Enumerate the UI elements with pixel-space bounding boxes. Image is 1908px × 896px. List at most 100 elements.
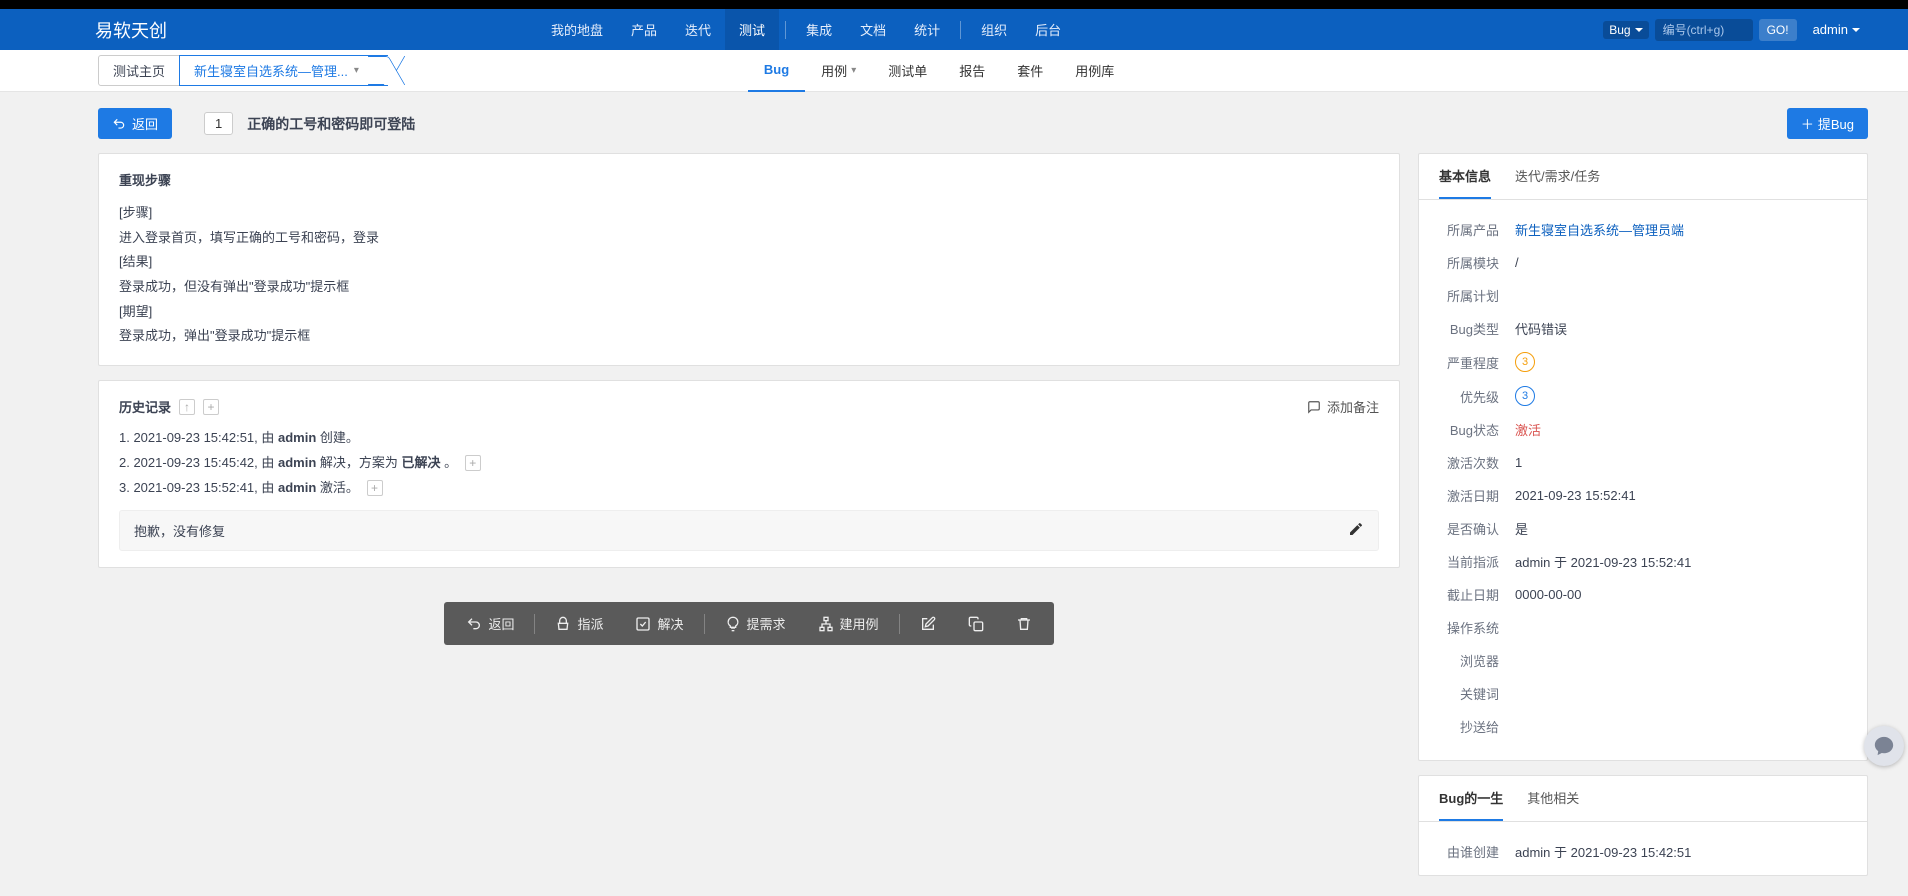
action-divider (704, 614, 705, 634)
info-label: 所属模块 (1441, 247, 1513, 278)
steps-body: [步骤] 进入登录首页，填写正确的工号和密码，登录 [结果] 登录成功，但没有弹… (119, 201, 1379, 349)
caret-down-icon: ▾ (354, 65, 359, 76)
edit-note-button[interactable] (1348, 521, 1364, 540)
breadcrumb-product-selector[interactable]: 新生寝室自选系统—管理... ▾ (179, 55, 388, 86)
action-back-label: 返回 (488, 614, 514, 633)
tab-basic-info[interactable]: 基本信息 (1439, 154, 1491, 199)
action-tostory[interactable]: 提需求 (711, 608, 800, 639)
history-text: 3. 2021-09-23 15:52:41, 由 (119, 480, 278, 495)
life-label: 由谁创建 (1441, 836, 1513, 867)
expand-entry-button[interactable]: + (367, 480, 383, 496)
step-line: 登录成功，但没有弹出"登录成功"提示框 (119, 275, 1379, 300)
action-bar: 返回 指派 解决 提需求 建用例 (444, 602, 1053, 645)
history-header: 历史记录 ↑ + 添加备注 (119, 397, 1379, 416)
add-bug-label: 提Bug (1818, 114, 1854, 133)
tab-other-related[interactable]: 其他相关 (1527, 776, 1579, 821)
expand-entry-button[interactable]: + (465, 455, 481, 471)
subnav-report[interactable]: 报告 (943, 50, 1001, 92)
subnav-usecase[interactable]: 用例 ▾ (805, 50, 872, 92)
info-value: admin 于 2021-09-23 15:52:41 (1515, 546, 1845, 577)
help-fab-button[interactable] (1864, 726, 1904, 766)
back-button[interactable]: 返回 (98, 108, 172, 139)
nav-org[interactable]: 组织 (967, 9, 1021, 50)
action-delete[interactable] (1002, 610, 1046, 638)
history-text: 解决，方案为 (316, 455, 401, 470)
tab-bug-life[interactable]: Bug的一生 (1439, 776, 1503, 821)
page-header-row: 返回 1 正确的工号和密码即可登陆 ＋ 提Bug (0, 92, 1908, 153)
nav-admin[interactable]: 后台 (1021, 9, 1075, 50)
subnav-suite[interactable]: 套件 (1001, 50, 1059, 92)
add-note-button[interactable]: 添加备注 (1307, 397, 1379, 416)
test-sub-nav: Bug 用例 ▾ 测试单 报告 套件 用例库 (748, 50, 1130, 92)
history-card: 历史记录 ↑ + 添加备注 1. 2021-09-23 15:42:51, 由 … (98, 380, 1400, 568)
caret-down-icon (1635, 28, 1643, 32)
history-note-text: 抱歉，没有修复 (134, 521, 225, 540)
add-bug-button[interactable]: ＋ 提Bug (1787, 108, 1868, 139)
history-entry: 3. 2021-09-23 15:52:41, 由 admin 激活。 + (119, 476, 1379, 501)
go-button[interactable]: GO! (1759, 19, 1797, 41)
action-resolve-label: 解决 (657, 614, 683, 633)
info-value (1515, 645, 1845, 676)
brand-logo[interactable]: 易软天创 (95, 17, 207, 43)
nav-integration[interactable]: 集成 (792, 9, 846, 50)
steps-title: 重现步骤 (119, 170, 1379, 189)
severity-badge: 3 (1515, 352, 1535, 372)
subnav-caselib[interactable]: 用例库 (1059, 50, 1130, 92)
info-label: 当前指派 (1441, 546, 1513, 577)
step-line: 登录成功，弹出"登录成功"提示框 (119, 324, 1379, 349)
info-label: 抄送给 (1441, 711, 1513, 742)
caret-down-icon: ▾ (851, 65, 856, 76)
action-back[interactable]: 返回 (452, 608, 528, 639)
info-value: 1 (1515, 447, 1845, 478)
search-placeholder: 编号(ctrl+g) (1663, 21, 1725, 38)
info-label: 是否确认 (1441, 513, 1513, 544)
info-label: 关键词 (1441, 678, 1513, 709)
sitemap-icon (818, 616, 834, 632)
info-label: 激活次数 (1441, 447, 1513, 478)
quick-search-input[interactable]: 编号(ctrl+g) (1655, 19, 1753, 41)
steps-card: 重现步骤 [步骤] 进入登录首页，填写正确的工号和密码，登录 [结果] 登录成功… (98, 153, 1400, 366)
info-label: 截止日期 (1441, 579, 1513, 610)
pencil-icon (1348, 521, 1364, 537)
action-divider (899, 614, 900, 634)
nav-stats[interactable]: 统计 (900, 9, 954, 50)
back-arrow-icon (112, 117, 126, 131)
bug-id-badge: 1 (204, 112, 233, 135)
action-tocase[interactable]: 建用例 (804, 608, 893, 639)
bug-life-card: Bug的一生 其他相关 由谁创建admin 于 2021-09-23 15:42… (1418, 775, 1868, 876)
collapse-history-button[interactable]: ↑ (179, 399, 195, 415)
nav-iteration[interactable]: 迭代 (671, 9, 725, 50)
comment-icon (1307, 400, 1321, 414)
breadcrumb-home[interactable]: 测试主页 (98, 55, 180, 86)
nav-mypanel[interactable]: 我的地盘 (537, 9, 617, 50)
action-resolve[interactable]: 解决 (621, 608, 697, 639)
step-line: [结果] (119, 250, 1379, 275)
action-tostory-label: 提需求 (747, 614, 786, 633)
search-type-selector[interactable]: Bug (1603, 21, 1648, 39)
step-line: 进入登录首页，填写正确的工号和密码，登录 (119, 226, 1379, 251)
history-text: 2. 2021-09-23 15:45:42, 由 (119, 455, 278, 470)
user-menu[interactable]: admin (1803, 22, 1860, 37)
history-user: admin (278, 455, 316, 470)
action-copy[interactable] (954, 610, 998, 638)
lightbulb-icon (725, 616, 741, 632)
action-edit[interactable] (906, 610, 950, 638)
add-note-label: 添加备注 (1327, 397, 1379, 416)
info-value: 是 (1515, 513, 1845, 544)
info-label: 操作系统 (1441, 612, 1513, 643)
tab-iteration-story-task[interactable]: 迭代/需求/任务 (1515, 154, 1600, 199)
page-title: 正确的工号和密码即可登陆 (247, 114, 415, 134)
nav-docs[interactable]: 文档 (846, 9, 900, 50)
nav-test[interactable]: 测试 (725, 9, 779, 50)
history-user: admin (278, 480, 316, 495)
top-nav-bar: 易软天创 我的地盘 产品 迭代 测试 集成 文档 统计 组织 后台 Bug 编号… (0, 9, 1908, 50)
info-product-link[interactable]: 新生寝室自选系统—管理员端 (1515, 223, 1684, 238)
nav-product[interactable]: 产品 (617, 9, 671, 50)
breadcrumb-product-label: 新生寝室自选系统—管理... (194, 61, 348, 80)
subnav-testsheet[interactable]: 测试单 (872, 50, 943, 92)
subnav-bug[interactable]: Bug (748, 50, 805, 92)
expand-history-button[interactable]: + (203, 399, 219, 415)
info-value: 代码错误 (1515, 313, 1845, 344)
hand-icon (555, 616, 571, 632)
action-assign[interactable]: 指派 (541, 608, 617, 639)
